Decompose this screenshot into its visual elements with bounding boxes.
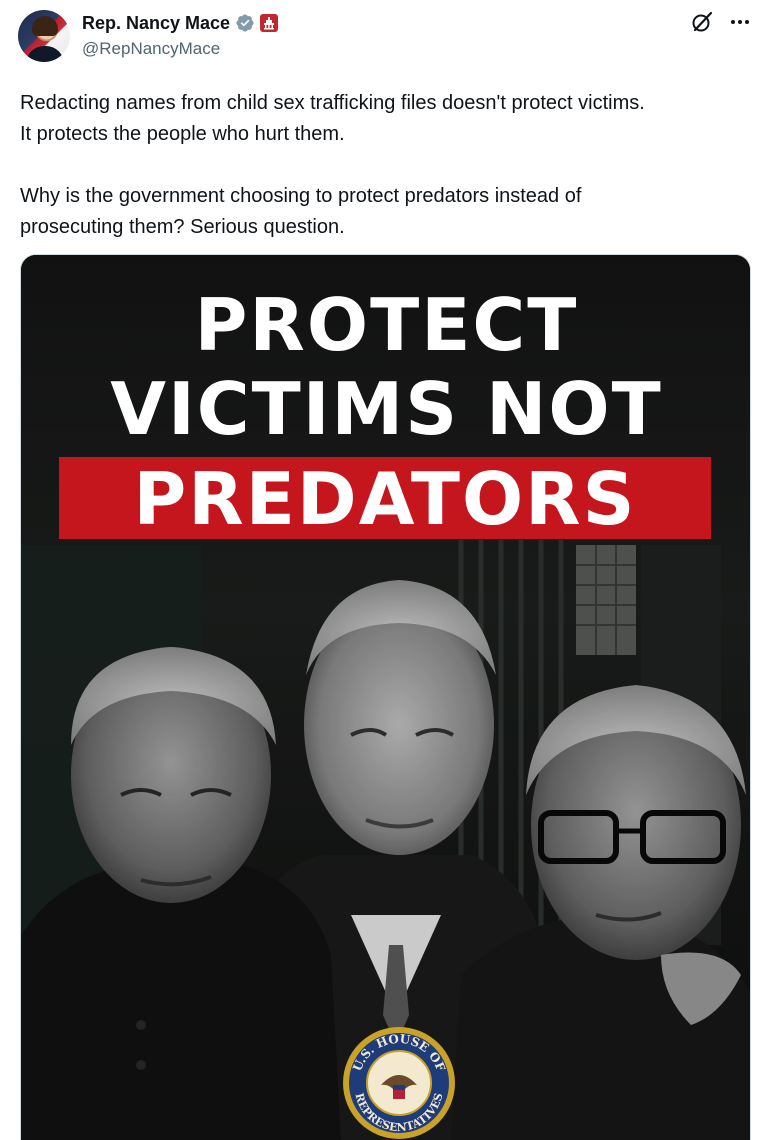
avatar-hair [32,16,58,36]
tweet-media-image[interactable]: PROTECT VICTIMS NOT PREDATORS U.S. HOUSE… [20,254,751,1140]
tweet-text-line: Why is the government choosing to protec… [20,185,582,207]
author-handle[interactable]: @RepNancyMace [82,39,220,59]
headline-line-1: PROTECT [194,283,579,367]
more-dot [745,20,749,24]
more-dot [731,20,735,24]
grok-icon[interactable] [690,10,714,34]
avatar-shoulders [26,46,64,62]
tweet-text-line: Redacting names from child sex trafficki… [20,92,645,114]
house-seal-icon: U.S. HOUSE OF REPRESENTATIVES [341,1025,457,1140]
author-avatar[interactable] [18,10,70,62]
tweet-body: Redacting names from child sex trafficki… [20,88,750,243]
author-display-name[interactable]: Rep. Nancy Mace [82,13,230,34]
verified-badge-icon[interactable] [235,13,255,33]
tweet-text-line: It protects the people who hurt them. [20,123,345,145]
tweet-header: Rep. Nancy Mace @RepNancyMace [0,0,768,70]
author-name-row: Rep. Nancy Mace [82,12,279,34]
more-dot [738,20,742,24]
headline-line-2: VICTIMS NOT [110,367,663,451]
headline-line-3: PREDATORS [133,457,637,541]
more-options-icon[interactable] [728,10,752,34]
congress-affiliation-icon[interactable] [260,14,279,32]
tweet-text-line: prosecuting them? Serious question. [20,216,345,238]
